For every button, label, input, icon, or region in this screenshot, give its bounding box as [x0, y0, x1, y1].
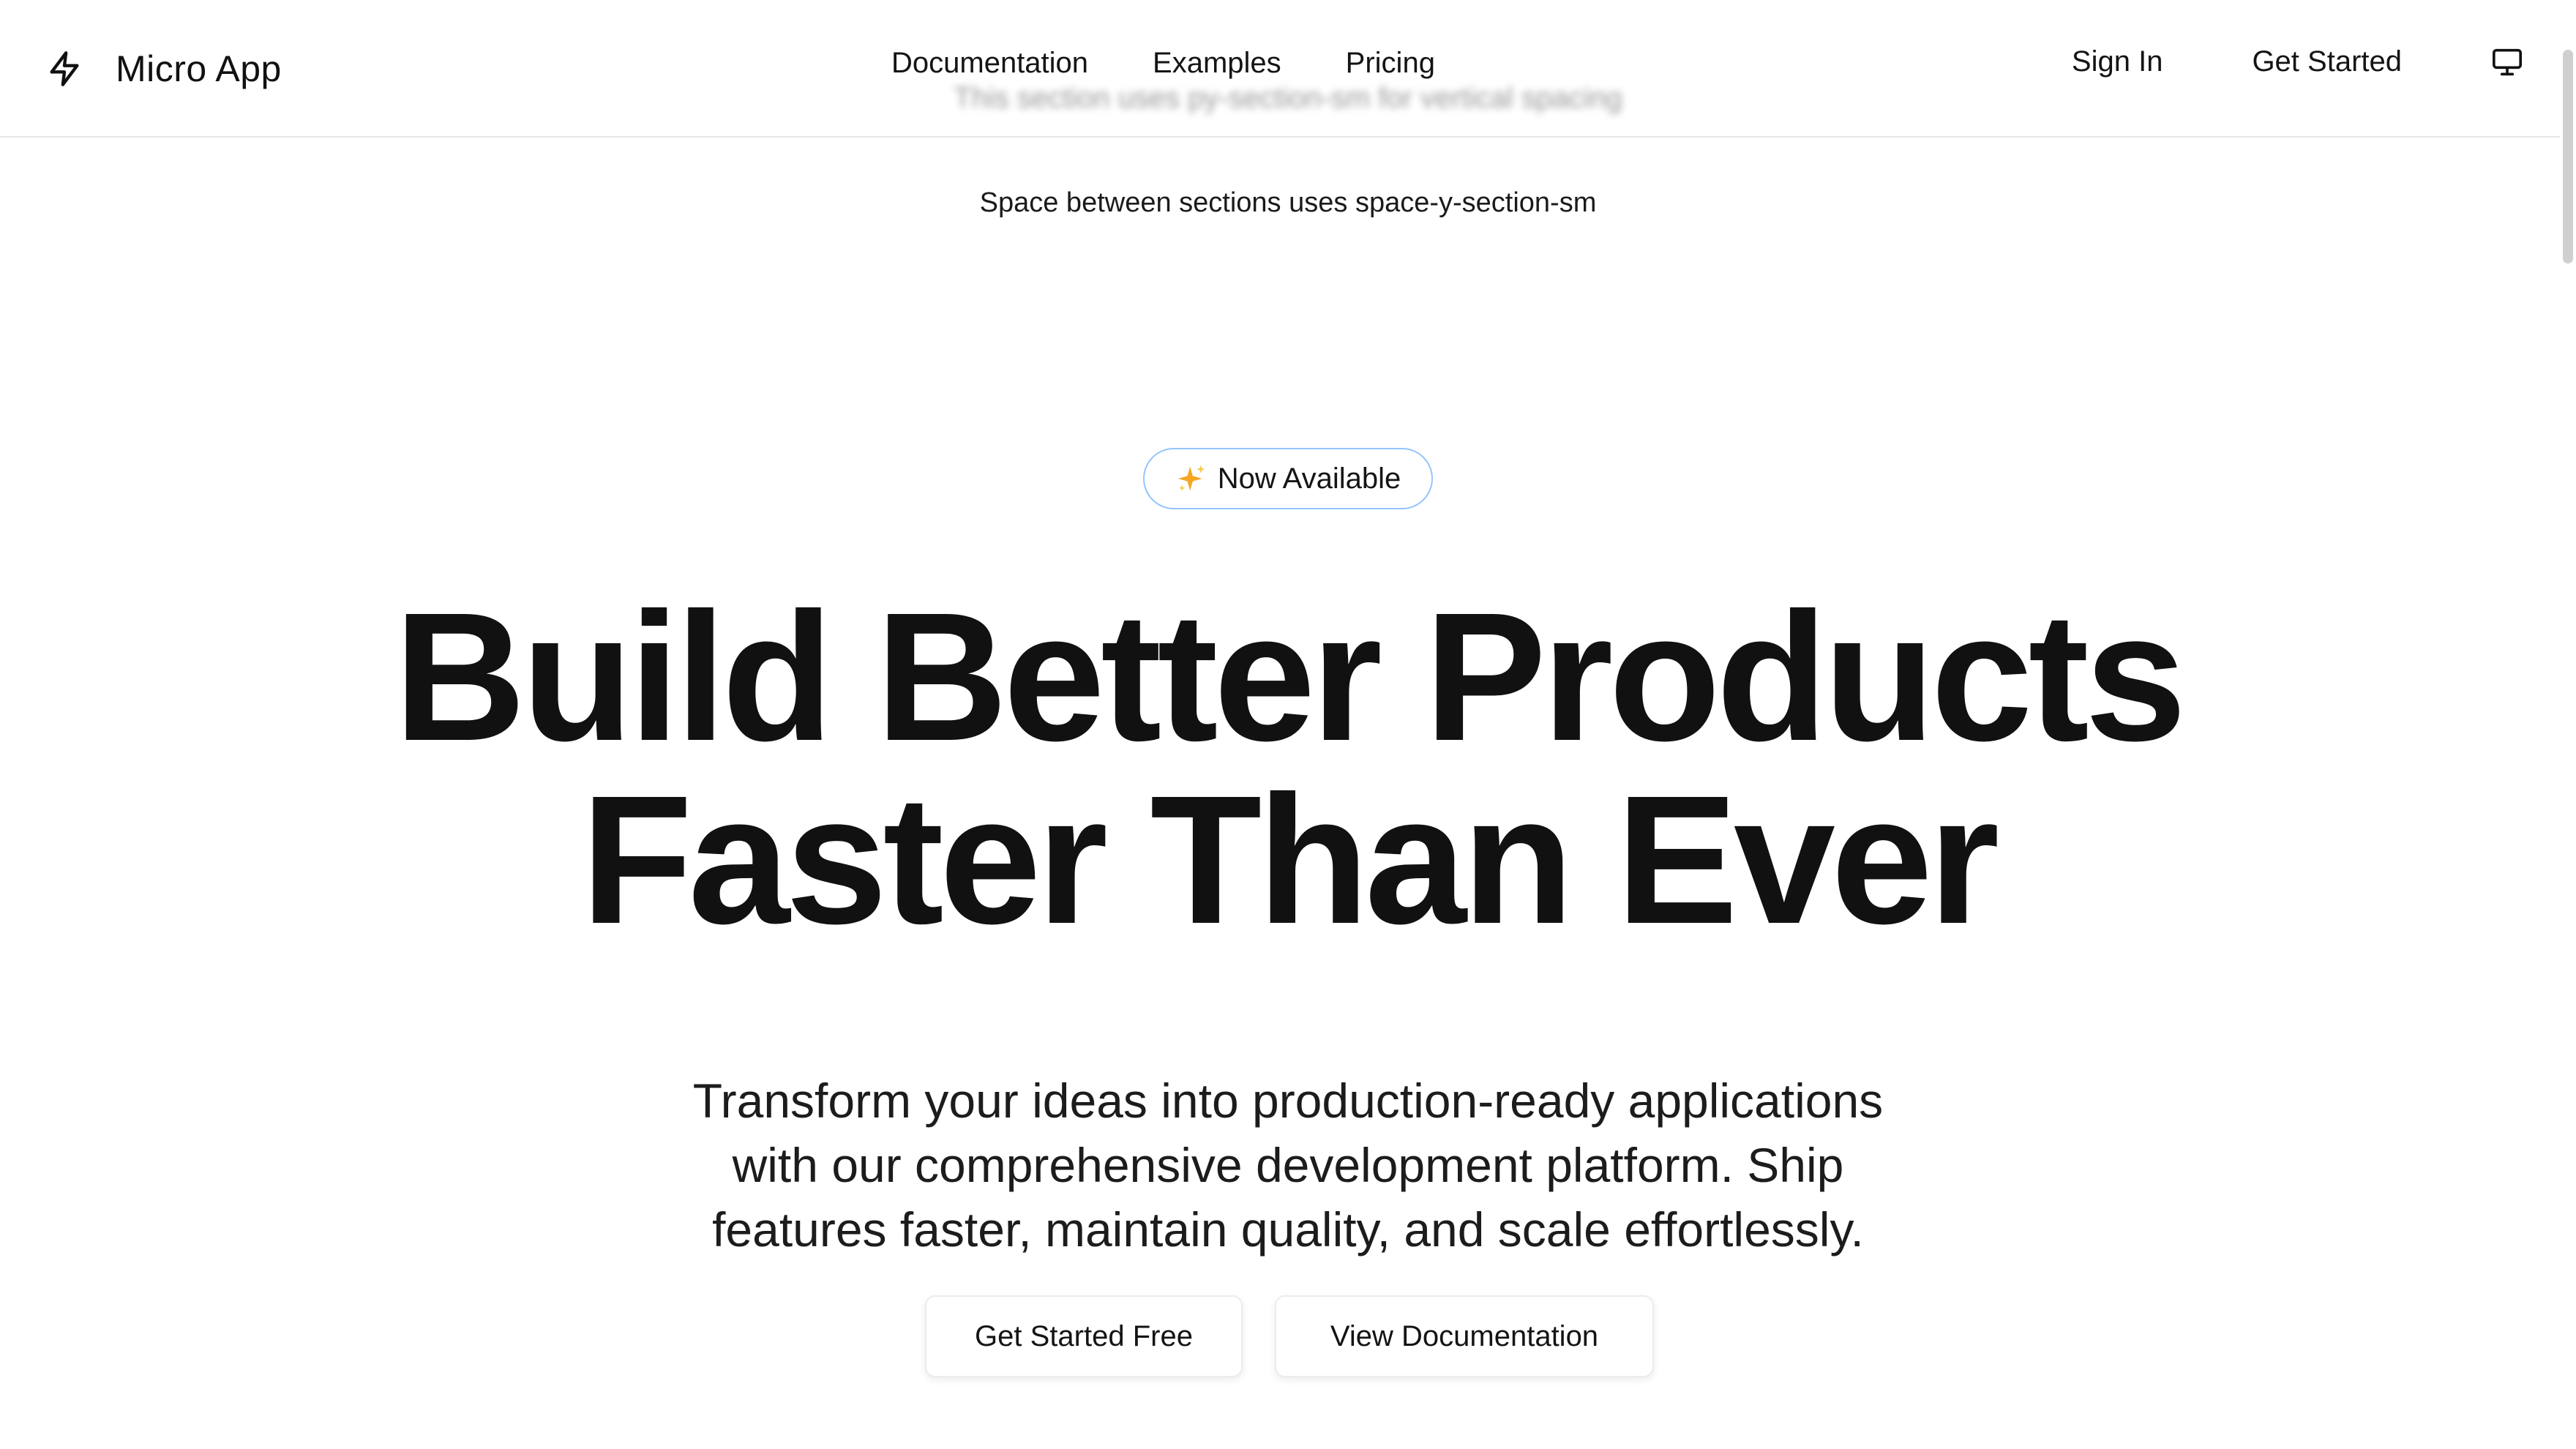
hero-subtitle: Transform your ideas into production-rea… [0, 1068, 2576, 1262]
monitor-icon[interactable] [2491, 48, 2523, 77]
now-available-badge: Now Available [1143, 448, 1433, 509]
sign-in-link[interactable]: Sign In [2072, 45, 2163, 78]
hero-subtitle-line-2: with our comprehensive development platf… [732, 1138, 1844, 1192]
view-documentation-button[interactable]: View Documentation [1275, 1295, 1654, 1377]
scrollbar-thumb[interactable] [2563, 50, 2573, 263]
get-started-link[interactable]: Get Started [2252, 45, 2402, 78]
hero-title-line-2: Faster Than Ever [580, 757, 2000, 962]
lightning-bolt-icon [50, 51, 79, 86]
primary-nav: Documentation Examples Pricing [891, 47, 1435, 80]
nav-actions: Sign In Get Started [2072, 45, 2523, 78]
hero-subtitle-line-3: features faster, maintain quality, and s… [712, 1202, 1864, 1257]
nav-link-pricing[interactable]: Pricing [1346, 47, 1435, 80]
sparkles-icon [1177, 465, 1205, 492]
nav-link-examples[interactable]: Examples [1153, 47, 1281, 80]
get-started-free-button[interactable]: Get Started Free [925, 1295, 1243, 1377]
section-caption: Space between sections uses space-y-sect… [979, 187, 1597, 218]
hero-title-line-1: Build Better Products [394, 574, 2187, 779]
brand-link[interactable]: Micro App [45, 45, 282, 92]
badge-label: Now Available [1217, 462, 1401, 495]
hero-subtitle-line-1: Transform your ideas into production-rea… [692, 1074, 1884, 1128]
cta-group: Get Started Free View Documentation [925, 1295, 1654, 1377]
brand-name: Micro App [116, 48, 282, 89]
vertical-scrollbar[interactable] [2560, 0, 2576, 1449]
top-navbar: Micro App Documentation Examples Pricing… [0, 0, 2576, 138]
hero-title: Build Better Products Faster Than Ever [0, 585, 2576, 951]
nav-link-documentation[interactable]: Documentation [891, 47, 1088, 80]
